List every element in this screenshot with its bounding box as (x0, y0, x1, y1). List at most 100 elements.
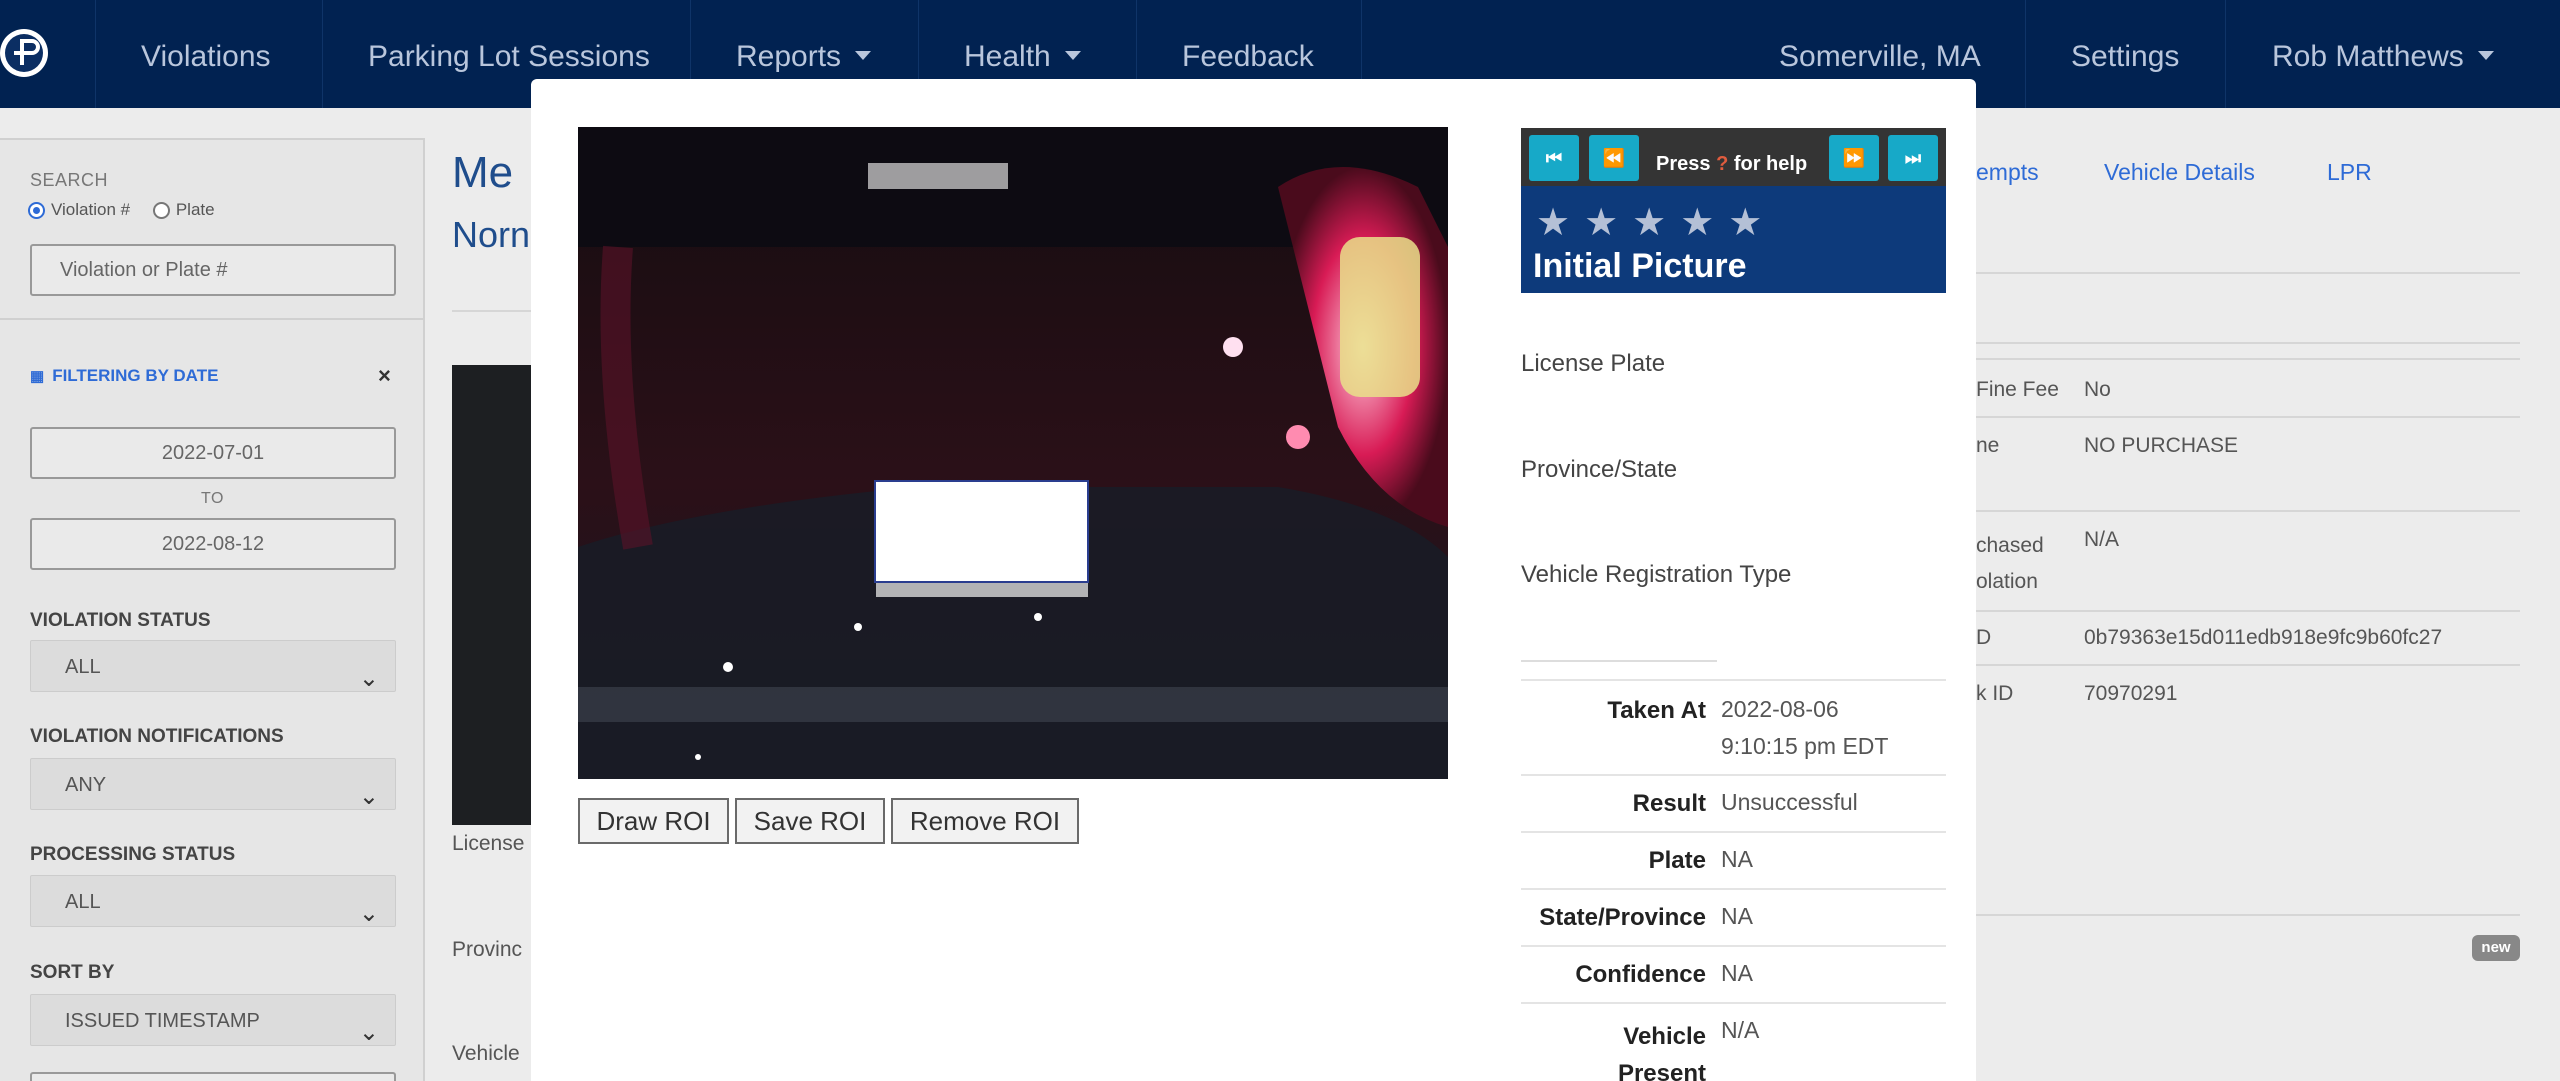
picture-title: Initial Picture (1533, 247, 1747, 285)
processing-status-value: ALL (65, 891, 101, 913)
vehicle-registration-type-label: Vehicle Registration Type (1521, 561, 1792, 588)
sidebar-next-control[interactable] (30, 1072, 396, 1081)
nav-divider (2025, 0, 2026, 108)
violation-status-value: ALL (65, 656, 101, 678)
user-name: Rob Matthews (2272, 40, 2464, 73)
detail-purchase-type-value: NO PURCHASE (2084, 434, 2239, 457)
clear-filter-close-icon[interactable]: × (378, 363, 391, 389)
search-input[interactable]: Violation or Plate # (30, 244, 396, 296)
remove-roi-button[interactable]: Remove ROI (891, 798, 1079, 844)
violation-notifications-select[interactable]: ANY ⌄ (30, 758, 396, 810)
help-prefix: Press (1656, 153, 1711, 175)
details-divider (1976, 510, 2520, 512)
tab-lpr[interactable]: LPR (2327, 159, 2372, 186)
vehicle-present-value: N/A (1721, 1017, 1760, 1043)
nav-divider (322, 0, 323, 108)
radio-plate[interactable] (152, 202, 170, 220)
vehicle-photo-graphic (578, 127, 1448, 779)
violation-notifications-label: VIOLATION NOTIFICATIONS (30, 726, 284, 747)
details-divider (1976, 664, 2520, 666)
result-value: Unsuccessful (1721, 789, 1858, 815)
radio-violation-label: Violation # (51, 200, 131, 219)
next-picture-icon[interactable]: ⏩ (1829, 135, 1879, 181)
caret-down-icon (855, 50, 872, 60)
details-divider (1976, 358, 2520, 360)
violation-status-label: VIOLATION STATUS (30, 610, 211, 631)
help-key: ? (1716, 153, 1729, 175)
info-row-state-province: State/Province NA (1521, 888, 1946, 945)
violation-photo-thumbnail[interactable] (452, 365, 532, 825)
nav-settings[interactable]: Settings (2071, 0, 2179, 108)
detail-park-id-label: k ID (1976, 682, 2014, 705)
detail-fine-fee-value: No (2084, 378, 2111, 401)
bg-license-label: License (452, 832, 525, 855)
date-from-input[interactable]: 2022-07-01 (30, 427, 396, 479)
sort-by-select[interactable]: ISSUED TIMESTAMP ⌄ (30, 994, 396, 1046)
detail-id-value: 0b79363e15d011edb918e9fc9b60fc27 (2084, 626, 2443, 649)
app-logo[interactable] (0, 20, 56, 86)
caret-down-icon (2477, 50, 2494, 60)
info-row-result: Result Unsuccessful (1521, 774, 1946, 831)
nav-violations[interactable]: Violations (141, 0, 271, 108)
sort-by-label: SORT BY (30, 962, 115, 983)
radio-plate-label: Plate (175, 200, 215, 219)
nav-user-menu[interactable]: Rob Matthews (2272, 0, 2494, 108)
details-divider (1976, 272, 2520, 274)
save-roi-button[interactable]: Save ROI (735, 798, 885, 844)
help-suffix: for help (1733, 153, 1808, 175)
detail-purchased-label: chased olation (1976, 534, 2044, 593)
nav-divider (95, 0, 96, 108)
nav-reports-label: Reports (736, 40, 842, 73)
detail-purchased-value: N/A (2084, 528, 2120, 551)
detail-fine-fee-label: Fine Fee (1976, 378, 2059, 401)
chevron-down-icon: ⌄ (358, 900, 379, 927)
taken-at-label: Taken At (1607, 697, 1706, 724)
result-label: Result (1632, 790, 1706, 817)
sort-by-value: ISSUED TIMESTAMP (65, 1010, 260, 1032)
first-picture-icon[interactable]: ⏮ (1529, 135, 1579, 181)
roi-selection-box[interactable] (874, 480, 1089, 583)
bg-province-label: Provinc (452, 938, 523, 961)
date-to-input[interactable]: 2022-08-12 (30, 518, 396, 570)
confidence-label: Confidence (1575, 961, 1706, 988)
plate-label: Plate (1648, 847, 1706, 874)
draw-roi-button[interactable]: Draw ROI (578, 798, 729, 844)
filter-sidebar: SEARCH Violation # Plate Violation or Pl… (0, 138, 425, 1081)
violation-status-select[interactable]: ALL ⌄ (30, 640, 396, 692)
vehicle-photo[interactable] (578, 127, 1448, 779)
viewer-toolbar: ⏮ ⏪ Press ? for help ⏩ ⏭ (1521, 128, 1946, 186)
processing-status-select[interactable]: ALL ⌄ (30, 875, 396, 927)
radio-violation[interactable] (28, 202, 45, 220)
calendar-icon: ▦ (30, 368, 45, 385)
state-province-label: State/Province (1539, 904, 1706, 931)
help-hint: Press ? for help (1656, 153, 1807, 176)
caret-down-icon (1064, 50, 1081, 60)
plate-value: NA (1721, 846, 1753, 872)
detail-id-label: D (1976, 626, 1992, 649)
last-picture-icon[interactable]: ⏭ (1888, 135, 1938, 181)
info-row-plate: Plate NA (1521, 831, 1946, 888)
province-state-label: Province/State (1521, 456, 1678, 483)
violation-title: Me (452, 148, 514, 197)
chevron-down-icon: ⌄ (358, 665, 379, 692)
bg-vehicle-label: Vehicle (452, 1042, 520, 1065)
license-plate-label: License Plate (1521, 350, 1666, 377)
viewer-header: ⏮ ⏪ Press ? for help ⏩ ⏭ ★★★★★ Initial P… (1521, 128, 1946, 293)
chevron-down-icon: ⌄ (358, 1019, 379, 1046)
detail-purchase-type-label: ne (1976, 434, 2000, 457)
chevron-down-icon: ⌄ (358, 783, 379, 810)
nav-health-label: Health (964, 40, 1051, 73)
filter-by-date-label: FILTERING BY DATE (52, 366, 219, 385)
previous-picture-icon[interactable]: ⏪ (1589, 135, 1639, 181)
confidence-value: NA (1721, 960, 1753, 986)
picture-viewer-modal: Draw ROI Save ROI Remove ROI ⏮ ⏪ Press ?… (531, 79, 1976, 1081)
state-province-value: NA (1721, 903, 1753, 929)
info-row-vehicle-present: Vehicle Present N/A (1521, 1002, 1946, 1081)
details-divider (1976, 914, 2520, 916)
vehicle-present-label: Vehicle Present (1617, 1023, 1706, 1081)
field-divider (1521, 660, 1717, 662)
info-row-confidence: Confidence NA (1521, 945, 1946, 1002)
rating-stars-icon[interactable]: ★★★★★ (1536, 200, 1776, 245)
tab-vehicle-details[interactable]: Vehicle Details (2104, 159, 2255, 186)
tab-attempts[interactable]: empts (1976, 159, 2039, 186)
